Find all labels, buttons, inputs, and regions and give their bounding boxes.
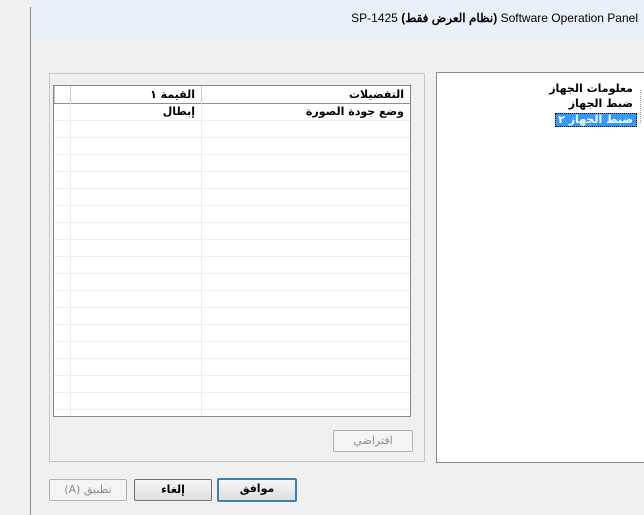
row-divider: [54, 222, 410, 223]
row-divider: [54, 409, 410, 410]
column-divider: [201, 103, 202, 416]
row-divider: [54, 188, 410, 189]
row-divider: [54, 307, 410, 308]
tree-item-device-settings-2[interactable]: ضبط الجهاز ٢: [555, 113, 637, 127]
column-header-value[interactable]: القيمة ١: [70, 86, 201, 103]
row-divider: [54, 375, 410, 376]
row-divider: [54, 154, 410, 155]
row-divider: [54, 290, 410, 291]
row-divider: [54, 341, 410, 342]
title-mode: (نظام العرض فقط): [401, 11, 498, 25]
tree-item-device-settings[interactable]: ضبط الجهاز: [567, 97, 636, 111]
title-bar[interactable]: SP-1425 (نظام العرض فقط) Software Operat…: [31, 0, 644, 38]
column-divider: [70, 103, 71, 416]
default-button[interactable]: افتراضي: [333, 430, 413, 452]
title-app: Software Operation Panel: [500, 11, 638, 25]
row-divider: [54, 256, 410, 257]
tree-connector-line: [640, 90, 641, 123]
ok-button[interactable]: موافق: [217, 478, 297, 502]
settings-window: SP-1425 (نظام العرض فقط) Software Operat…: [0, 0, 644, 515]
title-model: SP-1425: [351, 11, 398, 25]
column-header-spare: [54, 86, 70, 103]
row-divider: [54, 358, 410, 359]
list-header: التفضيلات القيمة ١: [54, 86, 410, 104]
window-border: [30, 7, 31, 515]
row-divider: [54, 273, 410, 274]
setting-value-cell: إبطال: [162, 105, 195, 118]
cancel-button[interactable]: إلغاء: [134, 479, 212, 501]
row-divider: [54, 205, 410, 206]
row-divider: [54, 120, 410, 121]
column-header-setting[interactable]: التفضيلات: [201, 86, 410, 103]
setting-name-cell: وضع جودة الصورة: [305, 105, 404, 118]
row-divider: [54, 324, 410, 325]
row-divider: [54, 239, 410, 240]
window-title: SP-1425 (نظام العرض فقط) Software Operat…: [351, 11, 638, 25]
row-divider: [54, 137, 410, 138]
settings-tree[interactable]: معلومات الجهاز ضبط الجهاز ضبط الجهاز ٢: [436, 72, 644, 463]
settings-list[interactable]: التفضيلات القيمة ١ وضع جودة الصورة إبطال: [53, 85, 411, 417]
apply-button[interactable]: تطبيق (A): [49, 479, 127, 501]
row-divider: [54, 392, 410, 393]
row-divider: [54, 171, 410, 172]
tree-item-device-info[interactable]: معلومات الجهاز: [547, 82, 636, 96]
